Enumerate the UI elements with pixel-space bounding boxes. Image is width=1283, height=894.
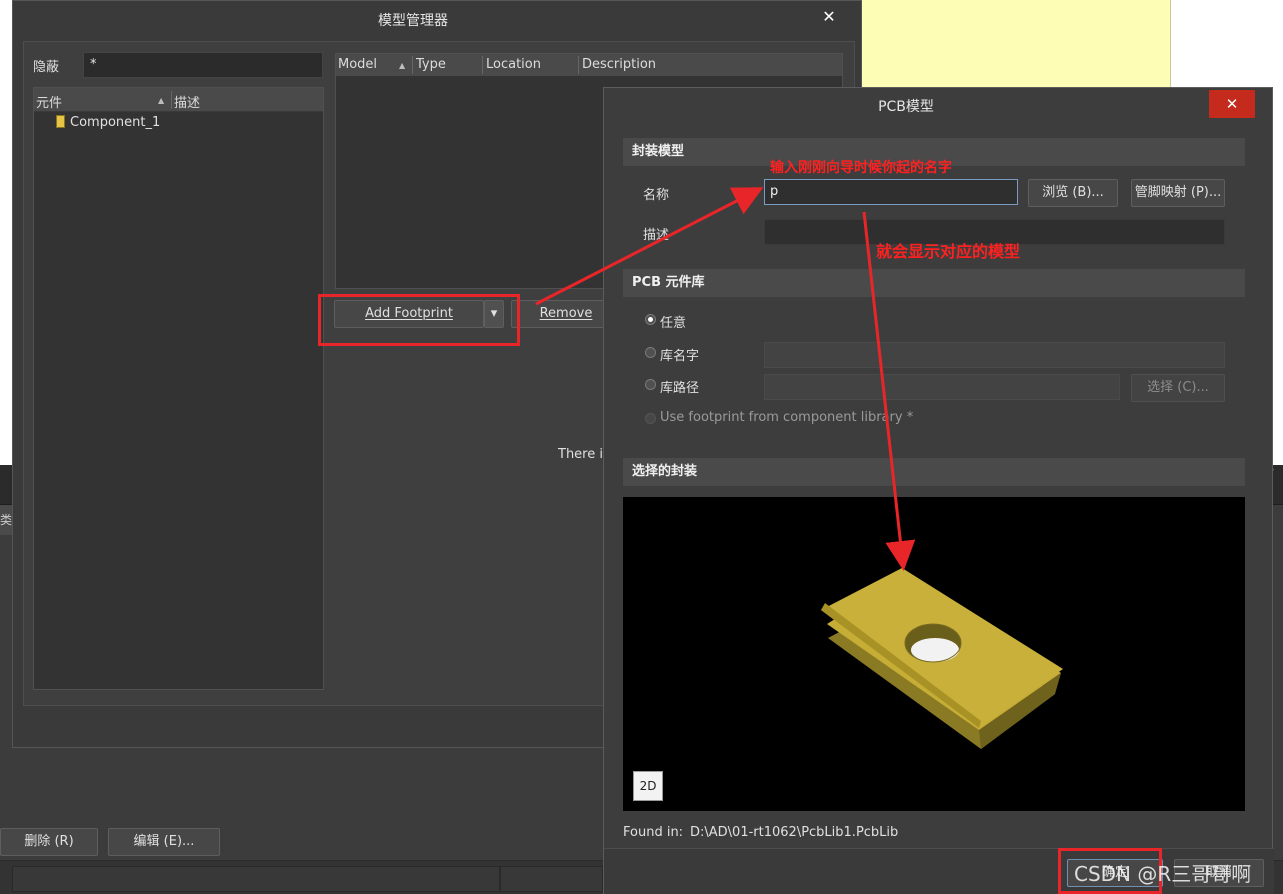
csdn-watermark: CSDN @R三哥哥啊 [1074, 862, 1252, 886]
arrow-to-model-preview [862, 211, 916, 571]
arrow-to-name-field [535, 187, 764, 306]
annotation-shows-model: 就会显示对应的模型 [876, 242, 1021, 261]
annotation-enter-name: 输入刚刚向导时候你起的名字 [770, 160, 952, 176]
annotation-arrows [535, 187, 916, 571]
